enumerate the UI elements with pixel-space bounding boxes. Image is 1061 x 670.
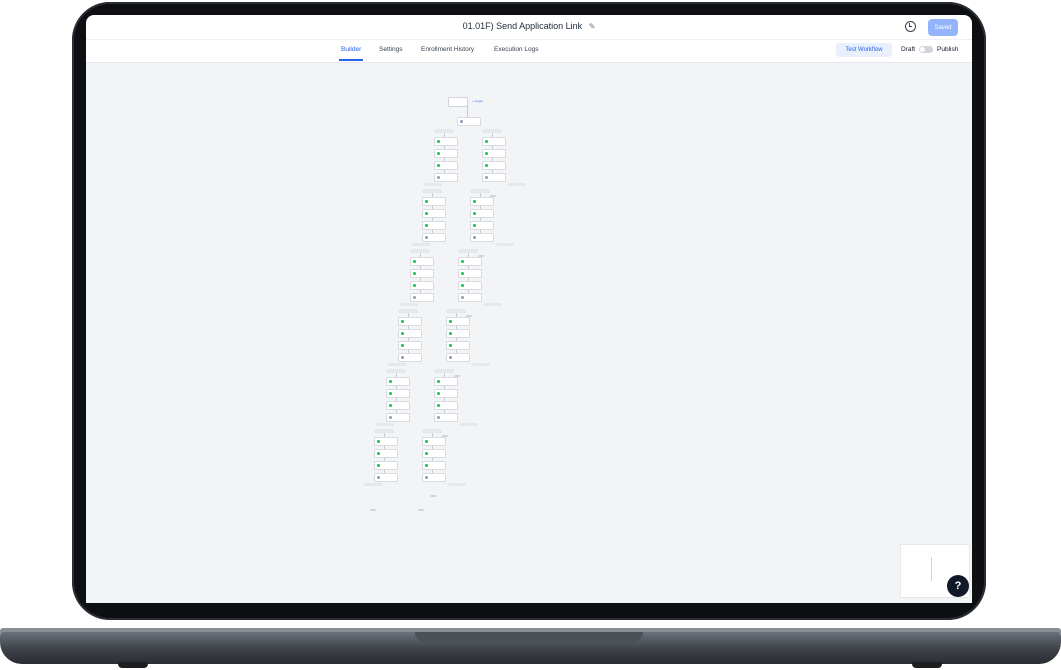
- laptop-foot-left: [118, 662, 148, 668]
- workflow-node[interactable]: [446, 329, 470, 338]
- workflow-node[interactable]: [482, 137, 506, 146]
- branch-header: [412, 243, 430, 246]
- branch-end: [418, 509, 424, 511]
- workflow-node[interactable]: [470, 233, 494, 242]
- workflow-node[interactable]: [458, 293, 482, 302]
- workflow-canvas[interactable]: + trigger: [86, 63, 972, 603]
- branch-header: [424, 183, 442, 186]
- workflow-node[interactable]: [398, 341, 422, 350]
- branch-header: [484, 303, 502, 306]
- branch-header: [508, 183, 526, 186]
- workflow-node[interactable]: [422, 233, 446, 242]
- workflow-node[interactable]: [410, 269, 434, 278]
- workflow-node[interactable]: [482, 149, 506, 158]
- app-screen: 01.01F) Send Application Link ✎ Saved Bu…: [86, 15, 972, 603]
- workflow-node[interactable]: [446, 353, 470, 362]
- laptop-foot-right: [912, 662, 942, 668]
- workflow-node[interactable]: [398, 353, 422, 362]
- workflow-node[interactable]: [434, 413, 458, 422]
- workflow-node[interactable]: [374, 449, 398, 458]
- branch-header: [400, 303, 418, 306]
- help-button[interactable]: ?: [947, 575, 969, 597]
- workflow-node[interactable]: [422, 209, 446, 218]
- workflow-node[interactable]: [422, 437, 446, 446]
- saved-button[interactable]: Saved: [928, 19, 958, 36]
- branch-header: [364, 483, 382, 486]
- workflow-title-wrap: 01.01F) Send Application Link ✎: [86, 21, 972, 31]
- workflow-node[interactable]: [470, 221, 494, 230]
- draft-label: Draft: [901, 46, 916, 53]
- workflow-node[interactable]: [434, 137, 458, 146]
- branch-header: [460, 423, 478, 426]
- publish-label: Publish: [937, 46, 959, 53]
- tab-settings[interactable]: Settings: [379, 46, 403, 53]
- add-trigger-link[interactable]: + trigger: [472, 99, 483, 103]
- workflow-node[interactable]: [470, 209, 494, 218]
- workflow-node[interactable]: [458, 281, 482, 290]
- branch-header: [496, 243, 514, 246]
- workflow-node[interactable]: [434, 149, 458, 158]
- workflow-node[interactable]: [434, 161, 458, 170]
- pencil-icon[interactable]: ✎: [589, 22, 596, 31]
- workflow-node[interactable]: [446, 317, 470, 326]
- workflow-node[interactable]: [410, 257, 434, 266]
- workflow-node[interactable]: [482, 161, 506, 170]
- minimap-viewport: [931, 557, 936, 581]
- workflow-node[interactable]: [374, 461, 398, 470]
- workflow-node[interactable]: [386, 389, 410, 398]
- workflow-node[interactable]: [410, 281, 434, 290]
- workflow-node[interactable]: [374, 473, 398, 482]
- workflow-node[interactable]: [470, 197, 494, 206]
- publish-toggle[interactable]: [919, 46, 933, 53]
- workflow-node[interactable]: [398, 317, 422, 326]
- branch-header: [472, 363, 490, 366]
- tab-enrollment-history[interactable]: Enrollment History: [421, 46, 474, 53]
- workflow-node[interactable]: [446, 341, 470, 350]
- workflow-node[interactable]: [434, 377, 458, 386]
- workflow-node[interactable]: [422, 449, 446, 458]
- connector: [467, 105, 468, 117]
- test-workflow-button[interactable]: Test Workflow: [836, 43, 892, 57]
- workflow-node[interactable]: [398, 329, 422, 338]
- workflow-node[interactable]: [422, 461, 446, 470]
- branch-header: [388, 363, 406, 366]
- branch-end: [370, 509, 376, 511]
- laptop-notch: [415, 632, 643, 642]
- history-icon[interactable]: [905, 21, 916, 32]
- workflow-node[interactable]: [482, 173, 506, 182]
- workflow-node[interactable]: [410, 293, 434, 302]
- tab-builder[interactable]: Builder: [338, 46, 364, 61]
- workflow-node[interactable]: [374, 437, 398, 446]
- workflow-node[interactable]: [457, 117, 481, 126]
- workflow-title: 01.01F) Send Application Link: [462, 21, 583, 31]
- workflow-node[interactable]: [386, 401, 410, 410]
- workflow-node[interactable]: [458, 269, 482, 278]
- workflow-node[interactable]: [434, 389, 458, 398]
- workflow-node[interactable]: [434, 401, 458, 410]
- branch-end: [430, 495, 436, 497]
- workflow-node[interactable]: [386, 377, 410, 386]
- header-bar: 01.01F) Send Application Link ✎ Saved: [86, 15, 972, 40]
- workflow-node[interactable]: [422, 197, 446, 206]
- workflow-node[interactable]: [434, 173, 458, 182]
- branch-header: [376, 423, 394, 426]
- tab-execution-logs[interactable]: Execution Logs: [494, 46, 538, 53]
- branch-header: [448, 483, 466, 486]
- workflow-node[interactable]: [386, 413, 410, 422]
- workflow-node[interactable]: [422, 221, 446, 230]
- workflow-trigger[interactable]: [448, 97, 468, 107]
- workflow-node[interactable]: [458, 257, 482, 266]
- tab-bar: Builder Settings Enrollment History Exec…: [86, 39, 972, 63]
- workflow-node[interactable]: [422, 473, 446, 482]
